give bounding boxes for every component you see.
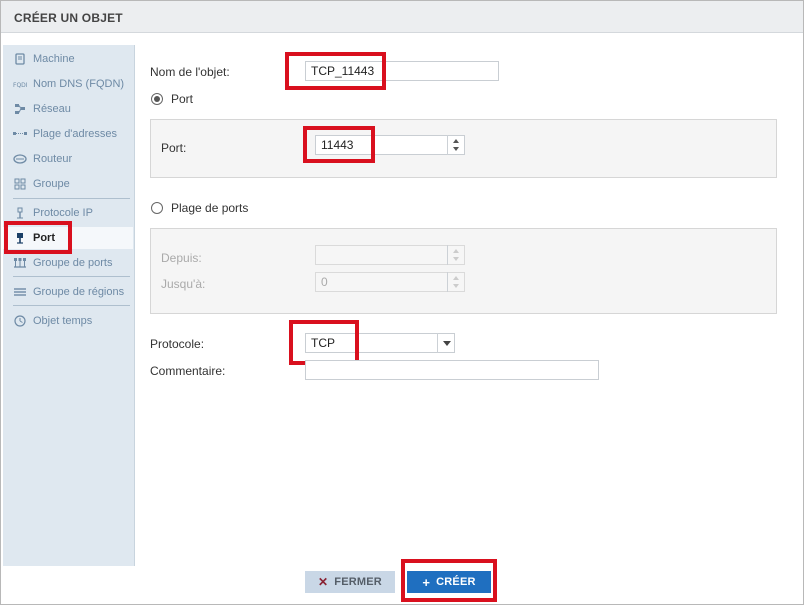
sidebar-item-label: Réseau [33,103,71,115]
machine-icon [13,52,27,66]
svg-text:FQDN: FQDN [13,82,27,89]
port-range-panel: Depuis: Jusqu'à: [150,228,777,314]
from-spinner[interactable] [447,245,465,265]
spinner-up-icon[interactable] [453,276,459,280]
port-sidebar-highlight [4,221,72,254]
address-range-icon [13,127,27,141]
close-button[interactable]: ✕ FERMER [305,571,395,593]
sidebar-item-label: Plage d'adresses [33,128,118,140]
sidebar-item-label: Routeur [33,153,73,165]
sidebar-divider [13,198,130,199]
port-label: Port: [161,141,187,155]
object-name-highlight [285,52,386,90]
ip-protocol-icon [13,206,27,220]
from-input[interactable] [315,245,465,265]
to-spinner[interactable] [447,272,465,292]
sidebar-divider [13,276,130,277]
port-value-highlight [303,126,375,163]
dialog-titlebar: CRÉER UN OBJET [1,1,803,33]
sidebar-item-label: Protocole IP [33,207,93,219]
from-label: Depuis: [161,251,202,265]
region-group-icon [13,285,27,299]
object-type-sidebar: Machine FQDN Nom DNS (FQDN) Réseau Plage… [3,45,135,566]
to-input[interactable]: 0 [315,272,465,292]
spinner-down-icon[interactable] [453,257,459,261]
sidebar-item-label: Machine [33,53,75,65]
object-name-label: Nom de l'objet: [150,65,230,79]
port-range-radio-label: Plage de ports [171,201,249,215]
spinner-down-icon[interactable] [453,147,459,151]
sidebar-item-label: Groupe de ports [33,257,113,269]
network-icon [13,102,27,116]
chevron-down-icon[interactable] [437,333,455,353]
sidebar-item-label: Objet temps [33,315,93,327]
create-button-highlight [401,559,497,602]
to-label: Jusqu'à: [161,277,206,291]
sidebar-item-label: Groupe de régions [33,286,125,298]
fqdn-icon: FQDN [13,77,27,91]
sidebar-item-fqdn[interactable]: FQDN Nom DNS (FQDN) [3,73,133,95]
sidebar-item-port-group[interactable]: Groupe de ports [3,252,133,274]
sidebar-item-label: Nom DNS (FQDN) [33,78,125,90]
router-icon [13,152,27,166]
dialog-title: CRÉER UN OBJET [14,11,123,25]
sidebar-item-address-range[interactable]: Plage d'adresses [3,123,133,145]
comment-label: Commentaire: [150,364,226,378]
comment-input[interactable] [305,360,599,380]
close-icon: ✕ [318,575,329,589]
sidebar-divider [13,305,130,306]
sidebar-item-network[interactable]: Réseau [3,98,133,120]
spinner-down-icon[interactable] [453,284,459,288]
time-object-icon [13,314,27,328]
sidebar-item-group[interactable]: Groupe [3,173,133,195]
port-radio-label: Port [171,92,194,106]
sidebar-item-label: Groupe [33,178,70,190]
close-button-label: FERMER [334,576,382,588]
spinner-up-icon[interactable] [453,249,459,253]
spinner-up-icon[interactable] [453,139,459,143]
sidebar-item-router[interactable]: Routeur [3,148,133,170]
sidebar-item-region-group[interactable]: Groupe de régions [3,281,133,303]
create-object-dialog: CRÉER UN OBJET Machine FQDN Nom DNS (FQD… [0,0,804,605]
port-group-icon [13,256,27,270]
port-range-radio[interactable] [151,202,163,214]
protocol-highlight [289,320,359,365]
sidebar-item-time-object[interactable]: Objet temps [3,310,133,332]
port-radio[interactable] [151,93,163,105]
sidebar-item-machine[interactable]: Machine [3,48,133,70]
port-spinner[interactable] [447,135,465,155]
group-icon [13,177,27,191]
protocol-label: Protocole: [150,337,205,351]
